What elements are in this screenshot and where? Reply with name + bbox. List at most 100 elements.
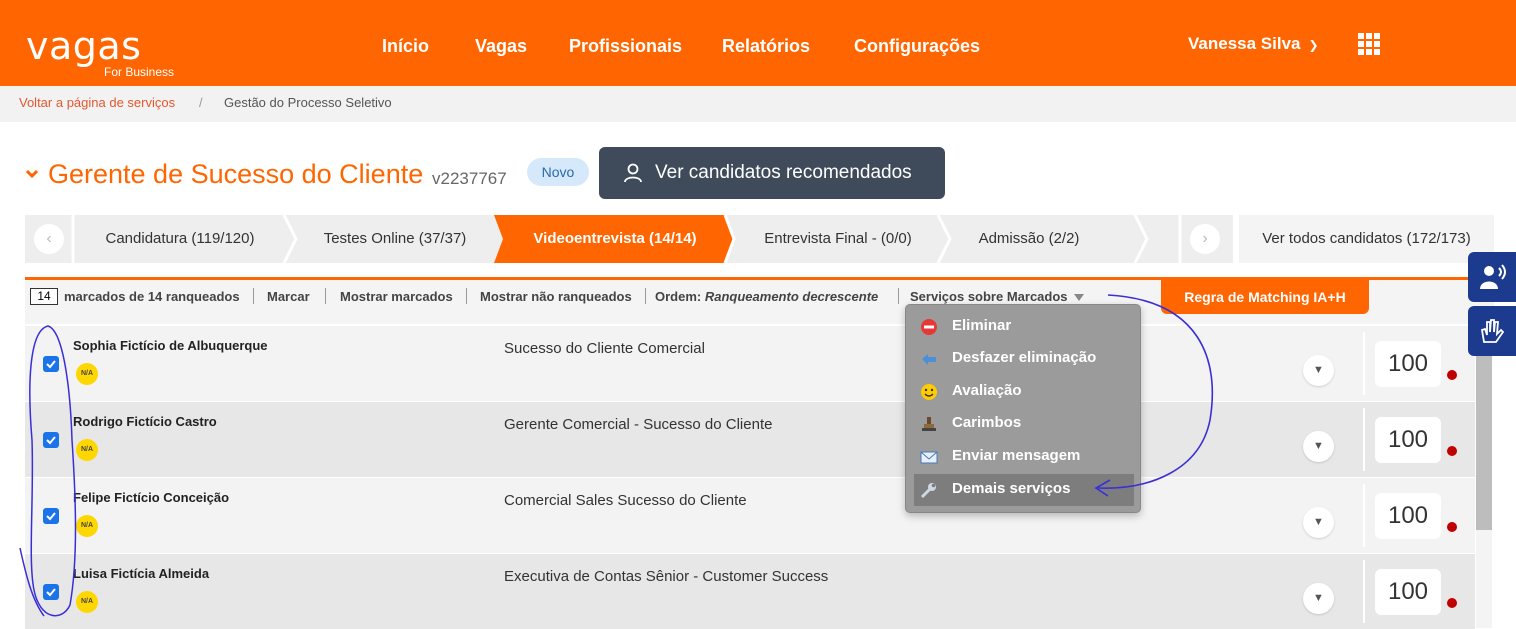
user-name: Vanessa Silva [1188,34,1301,53]
scrollbar[interactable] [1476,326,1492,628]
chevron-down-icon: ❯ [1308,38,1319,52]
candidate-position: Comercial Sales Sucesso do Cliente [504,492,747,509]
smiley-icon [921,384,937,400]
toolbar-divider [898,288,899,304]
breadcrumb-back-link[interactable]: Voltar a página de serviços [19,95,175,110]
candidate-name[interactable]: Sophia Fictício de Albuquerque [73,338,268,353]
order-label: Ordem: [655,289,702,304]
speaking-person-icon [1480,264,1506,289]
expand-chevron-icon[interactable]: ▼ [1303,583,1334,614]
undo-arrow-icon [922,354,936,365]
caret-down-icon [1073,294,1084,302]
nav-inicio[interactable]: Início [382,36,429,57]
table-row[interactable]: Sophia Fictício de Albuquerque N/A Suces… [25,326,1475,401]
toolbar-divider [645,288,646,304]
see-all-candidates-button[interactable]: Ver todos candidatos (172/173) [1233,215,1494,263]
logo-sub: For Business [104,65,175,79]
accessibility-sign-language-button[interactable] [1468,306,1516,356]
wrench-icon [920,483,936,499]
mark-button[interactable]: Marcar [267,289,310,304]
nav-vagas[interactable]: Vagas [475,36,527,57]
row-checkbox[interactable] [43,584,59,600]
envelope-icon [920,451,938,464]
menu-item-enviar-mensagem[interactable]: Enviar mensagem [914,441,1134,473]
breadcrumb-current: Gestão do Processo Seletivo [224,95,392,110]
order-value: Ranqueamento decrescente [704,289,879,304]
marked-text: marcados de 14 ranqueados [64,289,240,304]
order-selector[interactable]: Ordem: Ranqueamento decrescente [655,289,878,304]
row-checkbox[interactable] [43,432,59,448]
match-score: 100 [1375,493,1441,539]
accessibility-audio-button[interactable] [1468,252,1516,302]
scrollbar-thumb[interactable] [1476,326,1492,530]
expand-chevron-icon[interactable]: ▼ [1303,431,1334,462]
menu-item-eliminar[interactable]: Eliminar [914,311,1134,343]
tab-admissao[interactable]: Admissão (2/2) [950,215,1108,263]
logo-main: vagas [26,24,142,68]
table-row[interactable]: Felipe Fictício Conceição N/A Comercial … [25,478,1475,553]
toolbar-divider [466,288,467,304]
row-divider [1363,560,1365,623]
services-menu: Eliminar Desfazer eliminação Avaliação C… [905,304,1141,513]
breadcrumb-separator: / [199,95,203,110]
row-divider [1363,484,1365,547]
collapse-chevron-icon[interactable] [25,166,39,184]
recommended-candidates-button[interactable]: Ver candidatos recomendados [599,147,945,199]
menu-item-carimbos[interactable]: Carimbos [914,408,1134,440]
tab-candidatura[interactable]: Candidatura (119/120) [73,215,287,263]
candidate-name[interactable]: Felipe Fictício Conceição [73,490,229,505]
match-score: 100 [1375,569,1441,615]
tab-entrevista-final[interactable]: Entrevista Final - (0/0) [735,215,941,263]
stamp-icon [922,417,936,431]
page-title: Gerente de Sucesso do Cliente [48,159,424,189]
logo[interactable]: vagas For Business [26,24,174,79]
match-score: 100 [1375,341,1441,387]
apps-grid-icon[interactable] [1358,33,1380,55]
show-marked-button[interactable]: Mostrar marcados [340,289,453,304]
user-icon [624,163,642,183]
row-checkbox[interactable] [43,356,59,372]
menu-item-label: Avaliação [952,382,1022,399]
status-dot [1447,446,1457,456]
match-score: 100 [1375,417,1441,463]
menu-item-label: Carimbos [952,414,1022,431]
row-divider [1363,408,1365,471]
stage-tabs: ‹ Candidatura (119/120) Testes Online (3… [25,215,1494,263]
row-checkbox[interactable] [43,508,59,524]
na-badge: N/A [76,439,98,461]
nav-configuracoes[interactable]: Configurações [854,36,980,57]
table-row[interactable]: Luisa Fictícia Almeida N/A Executiva de … [25,554,1475,629]
show-unranked-button[interactable]: Mostrar não ranqueados [480,289,632,304]
services-label: Serviços sobre Marcados [910,289,1068,304]
candidate-position: Executiva de Contas Sênior - Customer Su… [504,568,829,585]
toolbar-divider [325,288,326,304]
expand-chevron-icon[interactable]: ▼ [1303,507,1334,538]
expand-chevron-icon[interactable]: ▼ [1303,355,1334,386]
candidate-position: Gerente Comercial - Sucesso do Cliente [504,416,773,433]
toolbar-divider [253,288,254,304]
marked-count: 14 [30,288,58,305]
user-menu[interactable]: Vanessa Silva ❯ [1188,34,1319,54]
menu-item-demais-servicos[interactable]: Demais serviços [914,474,1134,506]
menu-item-label: Eliminar [952,317,1012,334]
table-row[interactable]: Rodrigo Fictício Castro N/A Gerente Come… [25,402,1475,477]
na-badge: N/A [76,363,98,385]
menu-item-label: Enviar mensagem [952,447,1081,464]
nav-relatorios[interactable]: Relatórios [722,36,810,57]
na-badge: N/A [76,515,98,537]
tab-testes-online[interactable]: Testes Online (37/37) [295,215,495,263]
top-bar: vagas For Business Início Vagas Profissi… [0,0,1516,86]
row-divider [1363,332,1365,395]
status-badge: Novo [527,158,589,186]
matching-rule-button[interactable]: Regra de Matching IA+H [1161,280,1369,314]
menu-item-avaliacao[interactable]: Avaliação [914,376,1134,408]
candidate-name[interactable]: Rodrigo Fictício Castro [73,414,217,429]
stage-next-button[interactable]: › [1190,224,1220,254]
sign-language-hands-icon [1480,319,1505,343]
nav-profissionais[interactable]: Profissionais [569,36,682,57]
tab-videoentrevista[interactable]: Videoentrevista (14/14) [503,215,727,263]
services-dropdown[interactable]: Serviços sobre Marcados [910,289,1084,304]
candidate-name[interactable]: Luisa Fictícia Almeida [73,566,209,581]
na-badge: N/A [76,591,98,613]
menu-item-desfazer-eliminacao[interactable]: Desfazer eliminação [914,343,1134,375]
